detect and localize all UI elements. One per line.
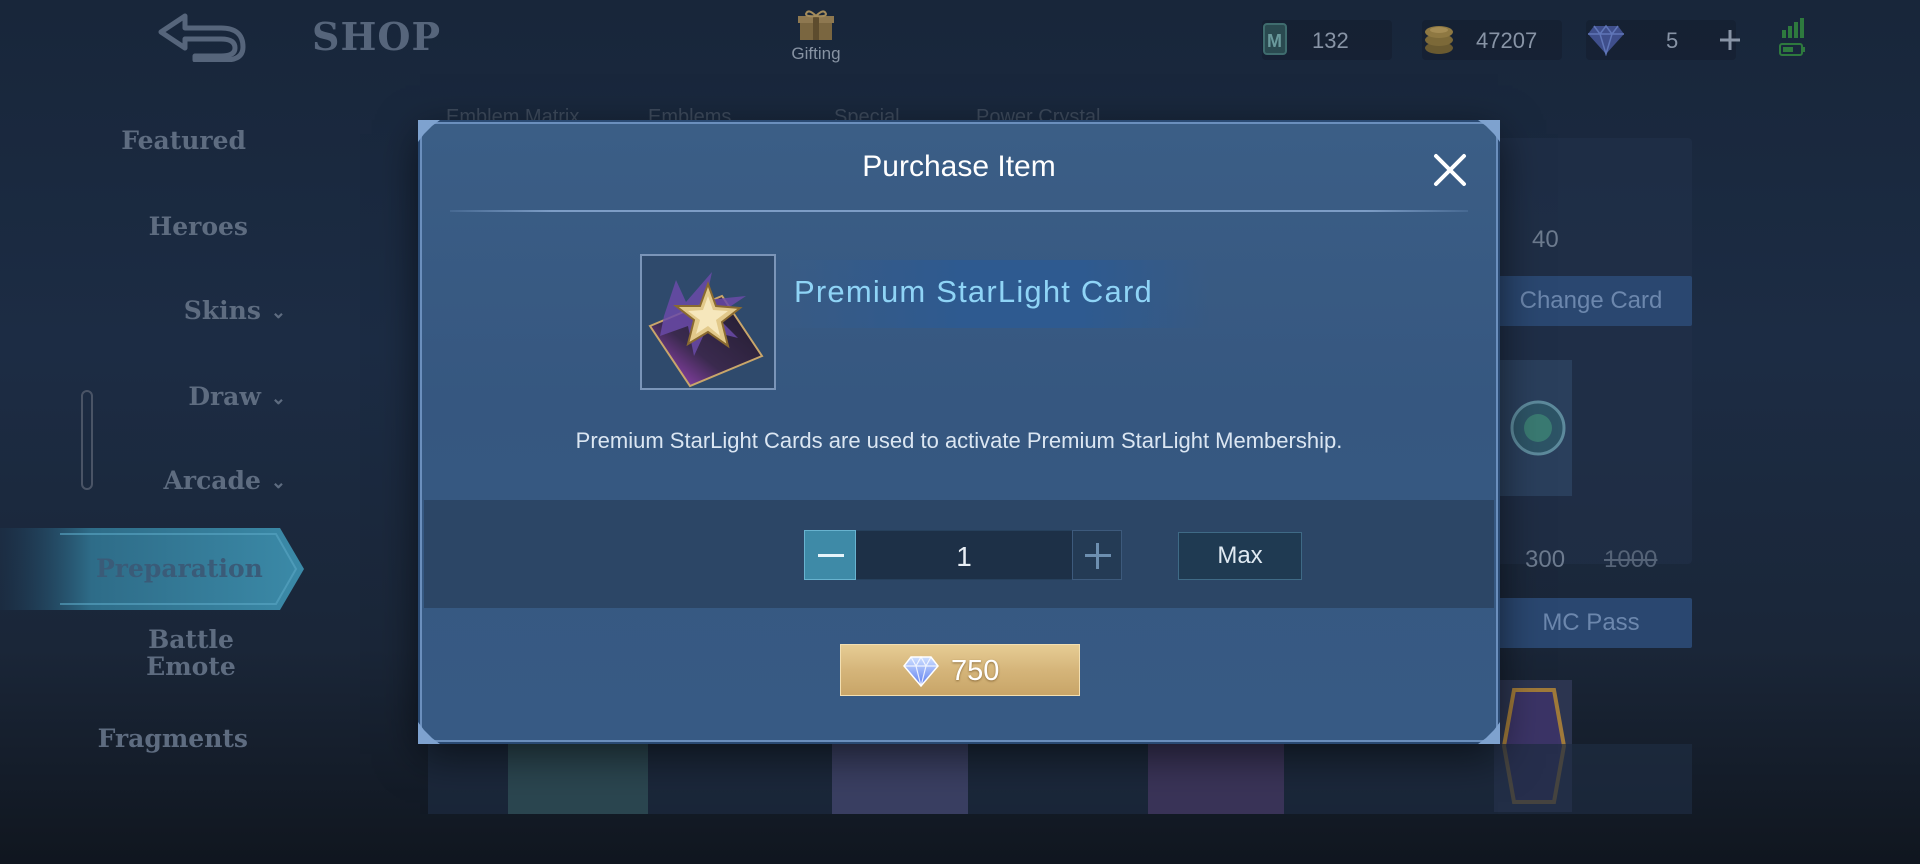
chevron-down-icon: ⌄ bbox=[270, 302, 286, 323]
sidebar-item-skins[interactable]: Skins ⌄ bbox=[60, 296, 286, 325]
gifting-label: Gifting bbox=[791, 44, 841, 63]
quantity-selector: 1 Max bbox=[424, 500, 1494, 608]
shop-card-old-price: 1000 bbox=[1604, 546, 1658, 573]
sidebar-item-label: Draw bbox=[188, 382, 261, 411]
back-arrow-icon[interactable] bbox=[155, 10, 247, 63]
corner-ornament-icon bbox=[1478, 120, 1500, 142]
item-name: Premium StarLight Card bbox=[794, 274, 1153, 309]
buy-button[interactable]: 750 bbox=[840, 644, 1080, 696]
purchase-dialog: Purchase Item Premium StarLight Card Pre… bbox=[418, 120, 1500, 744]
sidebar-scrollbar[interactable] bbox=[81, 390, 93, 490]
gift-icon bbox=[796, 8, 836, 42]
diamond-value: 5 bbox=[1666, 28, 1679, 53]
add-diamonds-icon[interactable] bbox=[1716, 26, 1744, 54]
shop-item-thumbnail[interactable] bbox=[832, 744, 968, 814]
diamond-counter: 5 bbox=[1586, 20, 1740, 61]
sidebar-item-label: Arcade bbox=[163, 466, 261, 495]
decrease-quantity-button[interactable] bbox=[804, 530, 856, 580]
sidebar-item-label: Fragments bbox=[97, 724, 248, 753]
mlbb-token-value: 132 bbox=[1312, 28, 1349, 53]
chevron-down-icon: ⌄ bbox=[270, 472, 286, 493]
page-title: SHOP bbox=[312, 14, 442, 59]
dialog-title: Purchase Item bbox=[862, 150, 1056, 183]
battle-points-value: 47207 bbox=[1476, 28, 1538, 53]
sidebar-item-battle-emote[interactable]: Battle Emote bbox=[60, 626, 246, 680]
change-card-button[interactable]: Change Card bbox=[1490, 276, 1692, 326]
shop-items-row bbox=[428, 744, 1692, 814]
sidebar-item-fragments[interactable]: Fragments bbox=[60, 724, 248, 753]
mlbb-token-icon: M bbox=[1262, 20, 1290, 65]
diamond-icon bbox=[903, 655, 939, 687]
increase-quantity-button[interactable] bbox=[1072, 530, 1122, 580]
max-quantity-button[interactable]: Max bbox=[1178, 532, 1302, 580]
quantity-value: 1 bbox=[956, 541, 972, 572]
quantity-field[interactable]: 1 bbox=[856, 530, 1072, 580]
shop-item-thumbnail[interactable] bbox=[1148, 744, 1284, 814]
gifting-button[interactable]: Gifting bbox=[784, 8, 848, 64]
sidebar-item-heroes[interactable]: Heroes bbox=[60, 212, 248, 241]
signal-battery-icon bbox=[1778, 14, 1808, 62]
shop-item-thumbnail[interactable] bbox=[508, 744, 648, 814]
corner-ornament-icon bbox=[1478, 722, 1500, 744]
diamond-icon bbox=[1586, 22, 1626, 61]
close-icon[interactable] bbox=[1428, 148, 1472, 192]
sidebar-item-label: Battle Emote bbox=[146, 625, 236, 681]
sidebar-item-arcade[interactable]: Arcade ⌄ bbox=[60, 466, 286, 495]
sidebar-item-draw[interactable]: Draw ⌄ bbox=[60, 382, 286, 411]
price-value: 750 bbox=[951, 655, 1000, 687]
mlbb-token-counter: M 132 bbox=[1262, 20, 1392, 60]
sidebar-item-featured[interactable]: Featured bbox=[60, 126, 246, 155]
item-description: Premium StarLight Cards are used to acti… bbox=[575, 428, 1343, 453]
chevron-down-icon: ⌄ bbox=[270, 388, 286, 409]
svg-text:M: M bbox=[1267, 31, 1282, 51]
shop-card-price: 300 bbox=[1525, 546, 1566, 573]
shop-card-background[interactable] bbox=[1470, 138, 1692, 564]
battle-points-icon bbox=[1422, 18, 1456, 63]
corner-ornament-icon bbox=[418, 722, 440, 744]
sidebar-item-label: Featured bbox=[121, 126, 246, 155]
sidebar-item-label: Heroes bbox=[148, 212, 248, 241]
shop-card-price: 40 bbox=[1532, 226, 1559, 253]
item-image bbox=[640, 254, 776, 390]
corner-ornament-icon bbox=[418, 120, 440, 142]
title-divider bbox=[450, 210, 1468, 212]
battle-points-counter: 47207 bbox=[1422, 20, 1562, 60]
sidebar-item-label: Preparation bbox=[96, 554, 263, 583]
card-item-image bbox=[1498, 360, 1572, 496]
mc-pass-button[interactable]: MC Pass bbox=[1490, 598, 1692, 648]
sidebar-item-label: Skins bbox=[183, 296, 261, 325]
sidebar-item-preparation[interactable]: Preparation bbox=[0, 528, 305, 610]
